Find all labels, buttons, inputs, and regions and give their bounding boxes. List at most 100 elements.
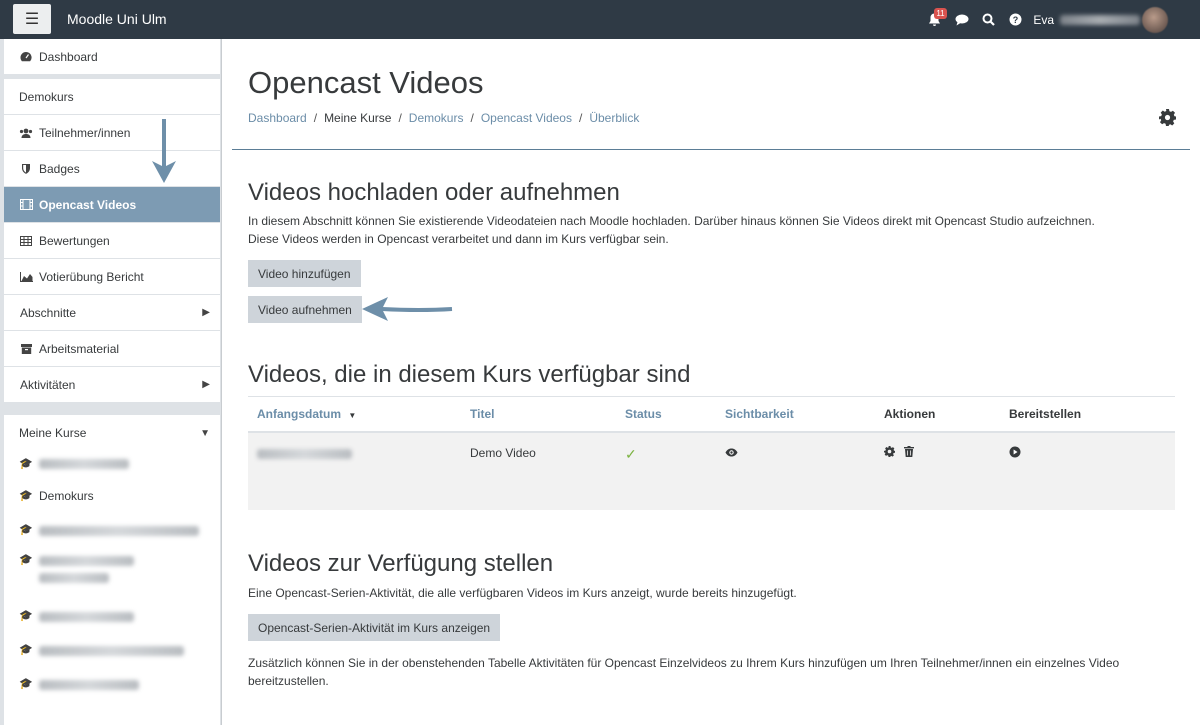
course-item[interactable]: 🎓	[4, 451, 220, 485]
table-header: Anfangsdatum ▼ Titel Status Sichtbarkeit…	[248, 396, 1175, 433]
column-header-title[interactable]: Titel	[470, 407, 625, 421]
annotation-arrow-left	[362, 297, 453, 321]
course-item[interactable]: 🎓	[4, 641, 220, 675]
users-icon	[19, 128, 33, 138]
archive-icon	[19, 343, 33, 354]
graduation-cap-icon: 🎓	[19, 458, 33, 470]
breadcrumb-separator: /	[398, 111, 402, 125]
cell-visibility	[725, 446, 884, 460]
breadcrumb-dashboard[interactable]: Dashboard	[248, 111, 307, 125]
sidebar-my-courses-heading[interactable]: Meine Kurse ▼	[4, 415, 220, 451]
course-item[interactable]: 🎓	[4, 607, 220, 641]
gear-icon[interactable]	[884, 446, 898, 460]
course-item[interactable]: 🎓	[4, 521, 220, 551]
sidebar-item-sections[interactable]: Abschnitte ▶	[4, 295, 220, 331]
notification-badge: 11	[934, 8, 947, 19]
user-surname-redacted	[1060, 14, 1140, 25]
messages-icon[interactable]	[948, 0, 975, 39]
breadcrumb-course[interactable]: Demokurs	[409, 111, 464, 125]
course-name-redacted	[39, 556, 134, 566]
sidebar-course-heading[interactable]: Demokurs	[4, 79, 220, 115]
site-brand[interactable]: Moodle Uni Ulm	[67, 11, 167, 27]
course-name: Demokurs	[39, 489, 94, 503]
column-header-status[interactable]: Status	[625, 407, 725, 421]
sidebar-item-grades[interactable]: Bewertungen	[4, 223, 220, 259]
top-navbar: ☰ Moodle Uni Ulm 11 ? Eva	[0, 0, 1200, 39]
annotation-arrow-down	[152, 119, 176, 183]
column-header-visibility[interactable]: Sichtbarkeit	[725, 407, 884, 421]
cell-actions	[884, 446, 1009, 460]
course-name-redacted	[39, 680, 139, 690]
column-header-actions: Aktionen	[884, 407, 936, 421]
search-icon[interactable]	[975, 0, 1002, 39]
graduation-cap-icon: 🎓	[19, 490, 33, 502]
gear-icon[interactable]	[1159, 109, 1176, 131]
check-icon: ✓	[625, 446, 637, 462]
play-circle-icon[interactable]	[1009, 446, 1021, 461]
sidebar-item-report[interactable]: Votierübung Bericht	[4, 259, 220, 295]
header-divider	[232, 149, 1190, 150]
videos-section-heading: Videos, die in diesem Kurs verfügbar sin…	[248, 361, 691, 388]
add-video-button[interactable]: Video hinzufügen	[248, 260, 361, 287]
record-video-button[interactable]: Video aufnehmen	[248, 296, 362, 323]
show-series-activity-button[interactable]: Opencast-Serien-Aktivität im Kurs anzeig…	[248, 614, 501, 641]
sidebar-item-label: Abschnitte	[20, 305, 77, 320]
help-icon[interactable]: ?	[1002, 0, 1029, 39]
hamburger-icon[interactable]: ☰	[13, 4, 51, 34]
eye-icon[interactable]	[725, 446, 738, 460]
breadcrumb-my-courses: Meine Kurse	[324, 111, 392, 125]
page-title: Opencast Videos	[248, 65, 484, 100]
upload-text-line1: In diesem Abschnitt können Sie existiere…	[248, 214, 1095, 228]
course-item[interactable]: 🎓	[4, 551, 220, 607]
breadcrumb-separator: /	[578, 111, 583, 125]
course-item-demokurs[interactable]: 🎓 Demokurs	[4, 485, 220, 521]
cell-provide	[1009, 446, 1159, 461]
graduation-cap-icon: 🎓	[19, 554, 33, 566]
column-header-date[interactable]: Anfangsdatum ▼	[248, 407, 470, 421]
breadcrumb-separator: /	[313, 111, 318, 125]
sidebar-item-label: Dashboard	[39, 49, 98, 64]
caret-right-icon: ▶	[202, 379, 210, 390]
graduation-cap-icon: 🎓	[19, 678, 33, 690]
user-name[interactable]: Eva	[1033, 13, 1054, 27]
sidebar-item-label: Opencast Videos	[39, 197, 137, 212]
provide-section-note: Zusätzlich können Sie in der obenstehend…	[248, 656, 1120, 688]
navigation-drawer: Dashboard Demokurs Teilnehmer/innen Badg…	[0, 39, 222, 725]
sidebar-item-label: Aktivitäten	[20, 377, 76, 392]
trash-icon[interactable]	[904, 446, 915, 460]
course-name-redacted	[39, 646, 184, 656]
cell-status: ✓	[625, 446, 725, 463]
column-header-provide: Bereitstellen	[1009, 407, 1082, 421]
graduation-cap-icon: 🎓	[19, 644, 33, 656]
provide-section-heading: Videos zur Verfügung stellen	[248, 550, 554, 577]
column-header-label: Anfangsdatum	[257, 407, 341, 421]
sidebar-item-opencast-videos[interactable]: Opencast Videos	[4, 187, 220, 223]
sidebar-item-material[interactable]: Arbeitsmaterial	[4, 331, 220, 367]
sort-desc-icon: ▼	[348, 411, 357, 420]
sidebar-item-participants[interactable]: Teilnehmer/innen	[4, 115, 220, 151]
user-avatar[interactable]	[1142, 6, 1168, 33]
breadcrumb-overview[interactable]: Überblick	[589, 111, 639, 125]
sidebar-my-courses-label: Meine Kurse	[19, 426, 87, 440]
course-name-redacted	[39, 526, 199, 536]
sidebar-item-dashboard[interactable]: Dashboard	[4, 39, 220, 75]
course-item[interactable]: 🎓	[4, 675, 220, 705]
notification-bell-icon[interactable]: 11	[921, 0, 948, 39]
course-name-redacted	[39, 459, 129, 469]
shield-icon	[19, 163, 33, 174]
sidebar-item-badges[interactable]: Badges	[4, 151, 220, 187]
course-name-redacted	[39, 612, 134, 622]
table-icon	[19, 235, 33, 246]
dashboard-icon	[19, 51, 33, 62]
sidebar-item-label: Votierübung Bericht	[39, 269, 144, 284]
date-redacted	[257, 449, 352, 459]
film-icon	[19, 199, 33, 210]
sidebar-item-activities[interactable]: Aktivitäten ▶	[4, 367, 220, 403]
breadcrumb: Dashboard / Meine Kurse / Demokurs / Ope…	[248, 111, 639, 125]
cell-date	[248, 446, 470, 462]
sidebar-item-label: Badges	[39, 161, 80, 176]
breadcrumb-opencast[interactable]: Opencast Videos	[481, 111, 572, 125]
upload-text-line2: Diese Videos werden in Opencast verarbei…	[248, 232, 669, 246]
main-content: Opencast Videos Dashboard / Meine Kurse …	[232, 39, 1190, 725]
area-chart-icon	[19, 271, 33, 282]
